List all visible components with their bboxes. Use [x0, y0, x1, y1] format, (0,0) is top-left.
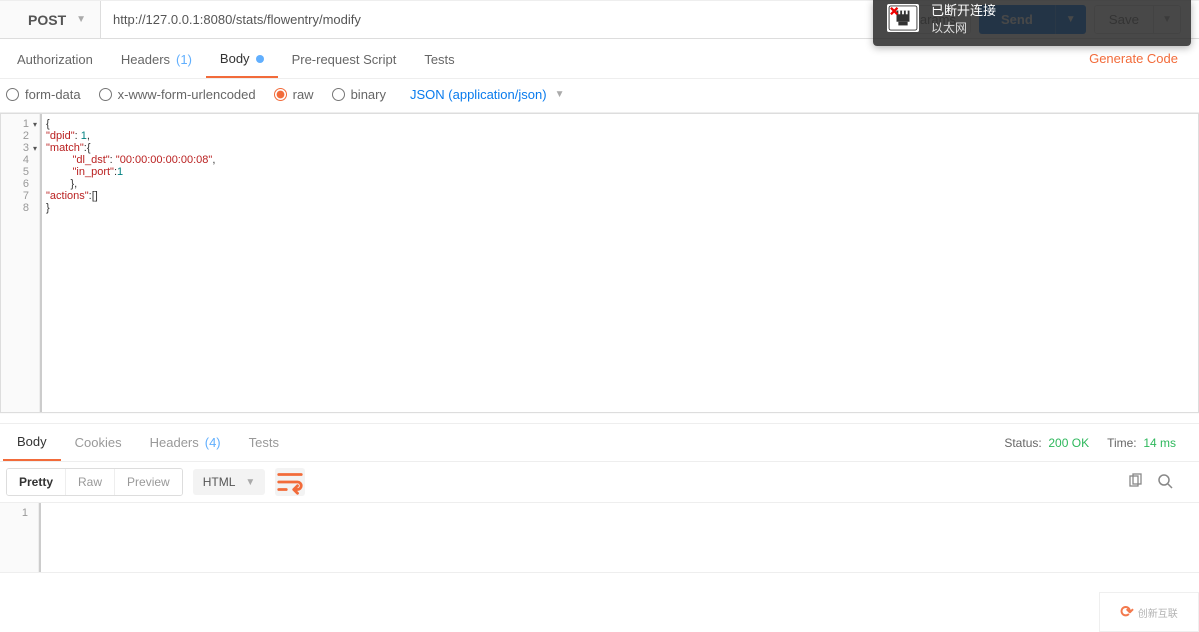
wrap-icon — [275, 467, 305, 497]
fold-icon[interactable]: ▾ — [33, 119, 37, 131]
chevron-down-icon: ▼ — [555, 89, 565, 100]
response-status: Status: 200 OK Time: 14 ms — [1004, 436, 1196, 450]
content-type-select[interactable]: JSON (application/json) ▼ — [410, 87, 564, 102]
chevron-down-icon: ▼ — [245, 477, 255, 488]
search-icon[interactable] — [1157, 473, 1173, 492]
view-raw[interactable]: Raw — [66, 469, 115, 495]
radio-binary[interactable]: binary — [332, 87, 386, 102]
url-input[interactable] — [101, 1, 888, 38]
radio-form-data[interactable]: form-data — [6, 87, 81, 102]
view-pretty[interactable]: Pretty — [7, 469, 66, 495]
editor-code[interactable]: { "dpid": 1, "match":{ "dl_dst": "00:00:… — [40, 114, 1198, 412]
watermark-logo: ⟳创新互联 — [1099, 592, 1199, 632]
copy-icon[interactable] — [1127, 473, 1143, 492]
resp-tab-cookies[interactable]: Cookies — [61, 425, 136, 460]
ethernet-disconnected-icon — [887, 4, 919, 32]
unsaved-dot-icon — [256, 55, 264, 63]
resp-tab-body[interactable]: Body — [3, 424, 61, 461]
tab-prerequest[interactable]: Pre-request Script — [278, 40, 411, 77]
notification-subtitle: 以太网 — [931, 19, 996, 36]
resp-editor-code[interactable] — [39, 503, 1199, 572]
fold-icon[interactable]: ▾ — [33, 143, 37, 155]
method-label: POST — [28, 12, 66, 28]
method-select[interactable]: POST ▼ — [0, 1, 101, 38]
response-body-editor[interactable]: 1 — [0, 503, 1199, 573]
tab-body[interactable]: Body — [206, 39, 278, 78]
notification-title: 已断开连接 — [931, 0, 996, 19]
editor-gutter: 1▾ 2 3▾ 4 5 6 7 8 — [1, 114, 40, 412]
tab-headers[interactable]: Headers (1) — [107, 40, 206, 77]
wrap-toggle-button[interactable] — [275, 468, 305, 496]
tab-tests[interactable]: Tests — [410, 40, 468, 77]
chevron-down-icon: ▼ — [76, 14, 86, 25]
radio-raw[interactable]: raw — [274, 87, 314, 102]
generate-code-link[interactable]: Generate Code — [1071, 39, 1196, 78]
horizontal-splitter[interactable] — [0, 413, 1199, 424]
view-preview[interactable]: Preview — [115, 469, 182, 495]
tab-authorization[interactable]: Authorization — [3, 40, 107, 77]
resp-editor-gutter: 1 — [0, 503, 39, 572]
resp-tab-tests[interactable]: Tests — [235, 425, 293, 460]
resp-tab-headers[interactable]: Headers (4) — [136, 425, 235, 460]
request-body-editor[interactable]: 1▾ 2 3▾ 4 5 6 7 8 { "dpid": 1, "match":{… — [0, 113, 1199, 413]
radio-urlencoded[interactable]: x-www-form-urlencoded — [99, 87, 256, 102]
format-select[interactable]: HTML ▼ — [193, 469, 266, 495]
